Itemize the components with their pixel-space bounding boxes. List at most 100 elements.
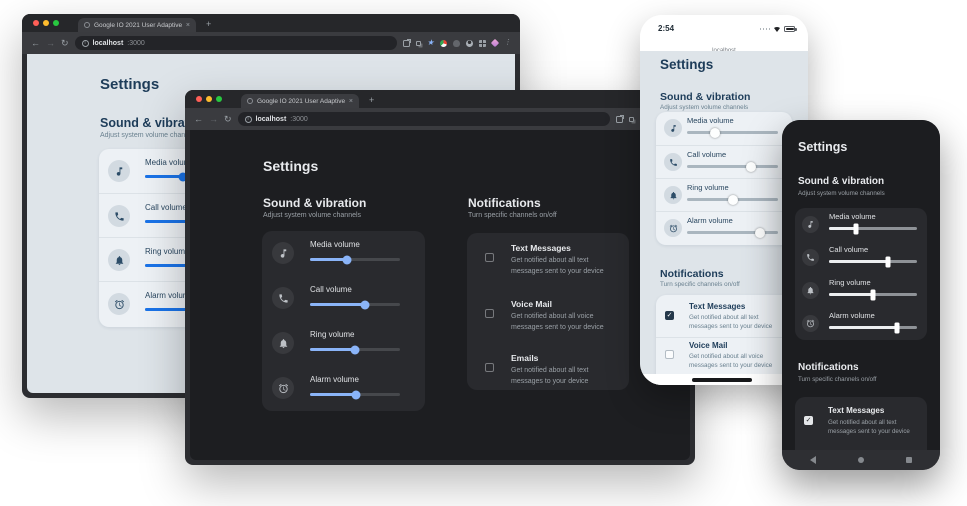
zoom-window-button[interactable] bbox=[216, 96, 222, 102]
wifi-icon bbox=[773, 25, 781, 33]
extension-person-icon[interactable] bbox=[466, 40, 473, 47]
slider-label: Media volume bbox=[687, 116, 734, 125]
alarm-volume-slider[interactable] bbox=[829, 326, 917, 329]
text-messages-row[interactable]: ✓ Text Messages Get notified about all t… bbox=[467, 239, 629, 291]
call-volume-slider[interactable] bbox=[310, 303, 400, 306]
status-time: 2:54 bbox=[658, 24, 674, 33]
tab-close-icon[interactable]: × bbox=[349, 98, 353, 105]
mobile-address-bar[interactable]: localhost bbox=[640, 39, 808, 51]
slider-thumb[interactable] bbox=[710, 128, 720, 138]
slider-thumb[interactable] bbox=[871, 289, 876, 300]
profile-avatar[interactable] bbox=[491, 39, 499, 47]
home-indicator[interactable] bbox=[692, 378, 752, 382]
slider-fill bbox=[310, 258, 347, 261]
status-bar: 2:54 bbox=[640, 15, 808, 39]
slider-thumb[interactable] bbox=[351, 345, 360, 354]
extension-grid-icon[interactable] bbox=[479, 40, 486, 47]
ring-volume-slider[interactable] bbox=[687, 198, 778, 201]
alarm-clock-icon bbox=[108, 293, 130, 315]
extension-beta-icon[interactable] bbox=[440, 40, 447, 47]
sound-section-subtitle: Adjust system volume channels bbox=[660, 104, 748, 111]
minimize-window-button[interactable] bbox=[206, 96, 212, 102]
notification-description: Get notified about all voice messages se… bbox=[689, 352, 786, 371]
new-tab-button[interactable]: + bbox=[206, 20, 211, 29]
browser-tab[interactable]: Google IO 2021 User Adaptive × bbox=[241, 94, 359, 108]
site-info-icon[interactable]: i bbox=[245, 116, 252, 123]
browser-menu-icon[interactable]: ⋮ bbox=[504, 39, 511, 47]
emails-row[interactable]: ✓ Emails Get notified about all text mes… bbox=[467, 349, 629, 389]
slider-fill bbox=[310, 393, 356, 396]
ring-volume-slider[interactable] bbox=[310, 348, 400, 351]
phone-icon bbox=[664, 153, 682, 171]
notifications-card: ✓ Text Messages Get notified about all t… bbox=[656, 295, 792, 385]
share-icon[interactable] bbox=[403, 40, 410, 47]
slider-thumb[interactable] bbox=[360, 300, 369, 309]
media-volume-slider[interactable] bbox=[687, 131, 778, 134]
notification-title: Emails bbox=[511, 353, 538, 363]
alarm-volume-row: Alarm volume bbox=[656, 211, 792, 244]
voice-mail-row[interactable]: ✓ Voice Mail Get notified about all voic… bbox=[656, 337, 792, 375]
new-tab-button[interactable]: + bbox=[369, 96, 374, 105]
browser-tab[interactable]: Google IO 2021 User Adaptive × bbox=[78, 18, 196, 32]
voice-mail-checkbox[interactable]: ✓ bbox=[665, 350, 674, 359]
voice-mail-checkbox[interactable]: ✓ bbox=[485, 309, 494, 318]
notification-description: Get notified about all text messages sen… bbox=[511, 256, 617, 277]
call-volume-slider[interactable] bbox=[829, 260, 917, 263]
voice-mail-row[interactable]: ✓ Voice Mail Get notified about all voic… bbox=[467, 295, 629, 347]
media-volume-slider[interactable] bbox=[829, 227, 917, 230]
slider-label: Alarm volume bbox=[687, 216, 733, 225]
slider-thumb[interactable] bbox=[746, 162, 756, 172]
page-title: Settings bbox=[100, 76, 159, 93]
tab-groups-icon[interactable] bbox=[629, 117, 634, 122]
forward-button[interactable]: → bbox=[209, 115, 218, 124]
slider-thumb[interactable] bbox=[351, 390, 360, 399]
alarm-clock-icon bbox=[802, 315, 819, 332]
slider-thumb[interactable] bbox=[885, 256, 890, 267]
forward-button[interactable]: → bbox=[46, 39, 55, 48]
back-nav-icon[interactable] bbox=[810, 456, 816, 464]
text-messages-row[interactable]: ✓ Text Messages Get notified about all t… bbox=[795, 403, 927, 443]
bookmark-star-icon[interactable]: ★ bbox=[427, 39, 434, 47]
media-volume-slider[interactable] bbox=[310, 258, 400, 261]
tab-groups-icon[interactable] bbox=[416, 41, 421, 46]
reload-button[interactable]: ↻ bbox=[61, 39, 69, 48]
back-button[interactable]: ← bbox=[194, 115, 203, 124]
minimize-window-button[interactable] bbox=[43, 20, 49, 26]
text-messages-checkbox[interactable]: ✓ bbox=[804, 416, 813, 425]
slider-fill bbox=[310, 348, 355, 351]
window-titlebar[interactable]: Google IO 2021 User Adaptive × + bbox=[185, 90, 695, 108]
slider-thumb[interactable] bbox=[854, 223, 859, 234]
emails-checkbox[interactable]: ✓ bbox=[485, 363, 494, 372]
share-icon[interactable] bbox=[616, 116, 623, 123]
tab-close-icon[interactable]: × bbox=[186, 22, 190, 29]
text-messages-row[interactable]: ✓ Text Messages Get notified about all t… bbox=[656, 299, 792, 337]
call-volume-slider[interactable] bbox=[687, 165, 778, 168]
recents-nav-icon[interactable] bbox=[906, 457, 912, 463]
browser-toolbar: ← → ↻ i localhost :3000 ★ bbox=[185, 108, 695, 130]
slider-thumb[interactable] bbox=[755, 228, 765, 238]
slider-thumb[interactable] bbox=[342, 255, 351, 264]
text-messages-checkbox[interactable]: ✓ bbox=[665, 311, 674, 320]
alarm-volume-slider[interactable] bbox=[687, 231, 778, 234]
slider-thumb[interactable] bbox=[894, 322, 899, 333]
address-bar[interactable]: i localhost :3000 bbox=[75, 36, 397, 50]
extension-ghost-icon[interactable] bbox=[453, 40, 460, 47]
site-info-icon[interactable]: i bbox=[82, 40, 89, 47]
home-nav-icon[interactable] bbox=[858, 457, 864, 463]
reload-button[interactable]: ↻ bbox=[224, 115, 232, 124]
slider-fill bbox=[829, 326, 897, 329]
close-window-button[interactable] bbox=[196, 96, 202, 102]
traffic-lights bbox=[196, 96, 222, 102]
ring-volume-slider[interactable] bbox=[829, 293, 917, 296]
text-messages-checkbox[interactable]: ✓ bbox=[485, 253, 494, 262]
window-titlebar[interactable]: Google IO 2021 User Adaptive × + bbox=[22, 14, 520, 32]
zoom-window-button[interactable] bbox=[53, 20, 59, 26]
back-button[interactable]: ← bbox=[31, 39, 40, 48]
cellular-signal-icon bbox=[760, 28, 771, 30]
slider-fill bbox=[829, 260, 888, 263]
close-window-button[interactable] bbox=[33, 20, 39, 26]
alarm-volume-slider[interactable] bbox=[310, 393, 400, 396]
slider-thumb[interactable] bbox=[728, 195, 738, 205]
notifications-card: ✓ Text Messages Get notified about all t… bbox=[467, 233, 629, 390]
address-bar[interactable]: i localhost :3000 bbox=[238, 112, 610, 126]
